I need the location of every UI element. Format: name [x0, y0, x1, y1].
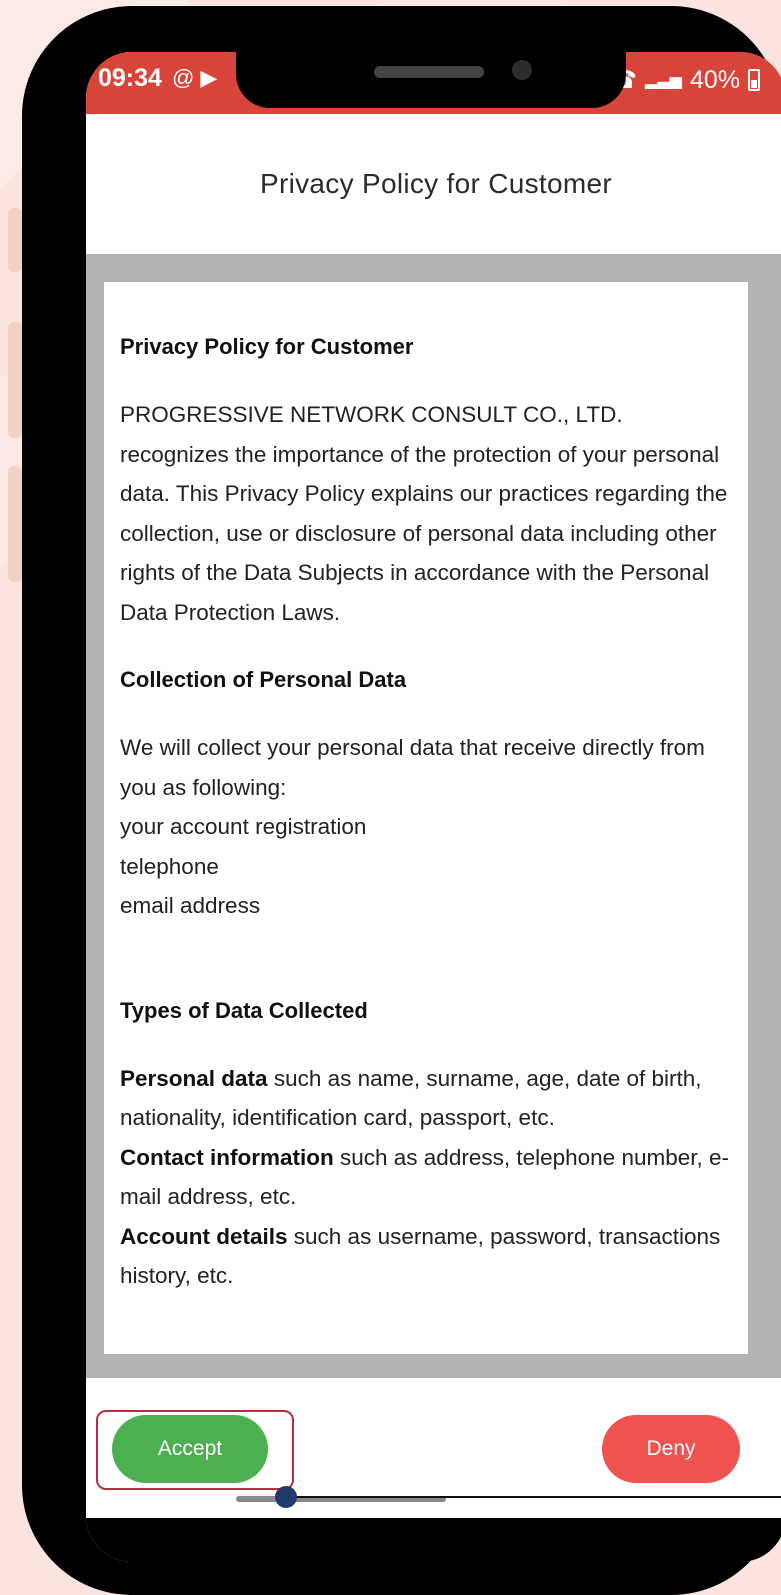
page-title: Privacy Policy for Customer [260, 168, 612, 199]
decorative-bar [8, 466, 22, 582]
list-item: telephone [120, 853, 219, 879]
front-camera [512, 60, 532, 80]
at-sign-icon: @ [172, 65, 195, 90]
collection-text: We will collect your personal data that … [120, 735, 705, 800]
phone-frame: 09:34 @ ▶ ☎ ▂▃▅ 40% Privacy Policy for C… [22, 6, 781, 1595]
youtube-icon: ▶ [200, 65, 218, 90]
policy-heading: Privacy Policy for Customer [120, 334, 414, 359]
decorative-bar [8, 322, 22, 438]
battery-percent: 40% [689, 65, 740, 94]
battery-icon [748, 69, 760, 91]
status-icons-left: @ ▶ [172, 66, 217, 90]
callout-dot [275, 1486, 297, 1508]
policy-frame: Privacy Policy for Customer PROGRESSIVE … [86, 254, 781, 1378]
section-heading-types: Types of Data Collected [120, 997, 368, 1023]
camera-notch [236, 52, 626, 108]
type-item: Account details such as username, passwo… [120, 1217, 732, 1296]
status-bar: 09:34 @ ▶ ☎ ▂▃▅ 40% [86, 52, 781, 114]
type-label: Contact information [120, 1144, 334, 1170]
accept-button[interactable]: Accept [112, 1415, 268, 1483]
type-label: Account details [120, 1223, 288, 1249]
status-icons-right: ☎ ▂▃▅ 40% [606, 65, 760, 95]
policy-intro: PROGRESSIVE NETWORK CONSULT CO., LTD. re… [120, 402, 728, 625]
type-label: Personal data [120, 1065, 268, 1091]
decorative-bar [8, 208, 22, 272]
type-item: Contact information such as address, tel… [120, 1138, 732, 1217]
policy-scroll-area[interactable]: Privacy Policy for Customer PROGRESSIVE … [104, 282, 748, 1354]
section-heading-collection: Collection of Personal Data [120, 667, 407, 692]
status-time: 09:34 [98, 64, 162, 92]
phone-screen: 09:34 @ ▶ ☎ ▂▃▅ 40% Privacy Policy for C… [86, 52, 781, 1562]
navigation-bar [86, 1518, 781, 1562]
type-item: Personal data such as name, surname, age… [120, 1059, 732, 1138]
list-item: your account registration [120, 814, 367, 839]
signal-icon: ▂▃▅ [645, 72, 682, 89]
callout-line [290, 1496, 781, 1498]
list-item: email address [120, 893, 261, 918]
deny-button[interactable]: Deny [602, 1415, 740, 1483]
page-header: Privacy Policy for Customer [86, 114, 781, 254]
speaker-grille [374, 66, 484, 78]
